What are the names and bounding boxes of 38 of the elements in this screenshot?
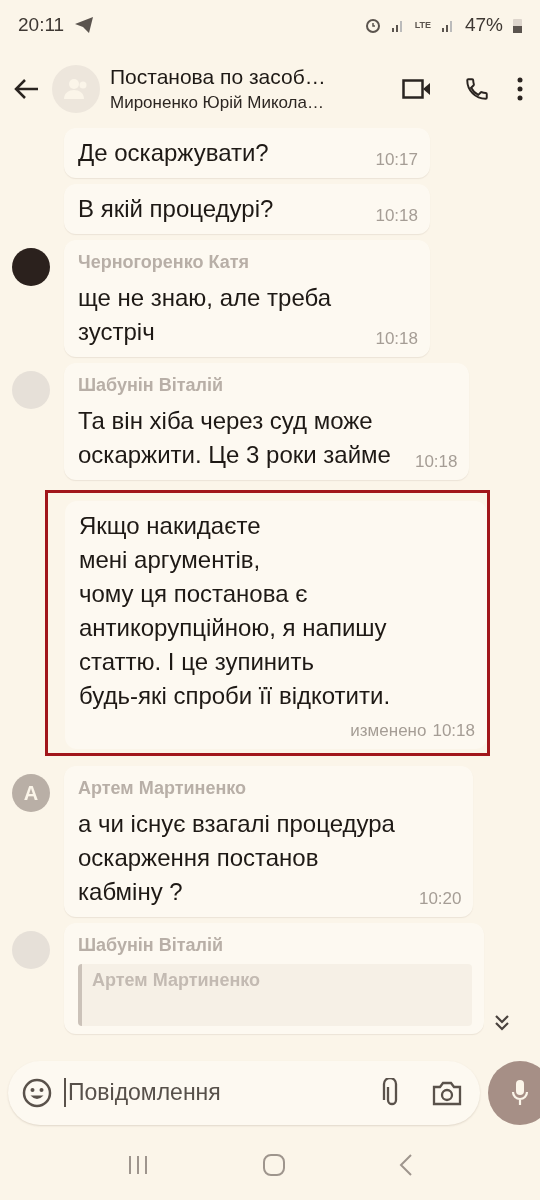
clock: 20:11	[18, 14, 65, 36]
message-text: Де оскаржувати?	[78, 138, 269, 168]
chat-title[interactable]: Постанова по засоб…	[110, 65, 390, 89]
message-field[interactable]: Повідомлення	[8, 1060, 480, 1125]
emoji-icon[interactable]	[22, 1077, 52, 1108]
signal-icon	[440, 18, 455, 32]
message-time: 10:18	[414, 452, 458, 472]
message-time: 10:18	[375, 329, 418, 349]
battery-percent: 47%	[464, 14, 503, 36]
microphone-icon[interactable]	[511, 1077, 529, 1108]
sender-name: Шабунін Віталій	[78, 935, 225, 956]
message-time: 10:17	[375, 150, 418, 170]
message-text: Та він хіба через суд може оскаржити. Це 3 роки займе	[78, 406, 391, 470]
signal-icon	[390, 18, 405, 32]
network-type: LTE	[414, 20, 431, 30]
edited-label: изменено	[350, 721, 427, 741]
letter-avatar: A	[12, 774, 50, 812]
message-text: Якщо накидаєте мені аргументів, чому ця постанова є антикорупційною, я напишу статтю. І це зупинить будь-які спроби її відкотити.	[79, 511, 391, 711]
alarm-icon	[364, 17, 381, 33]
double-chevron-down-icon[interactable]	[494, 1014, 510, 1032]
message-time: 10:20	[418, 889, 462, 909]
message-input[interactable]: Повідомлення	[64, 1078, 366, 1107]
avatar-photo-placeholder	[12, 248, 50, 286]
back-arrow-icon[interactable]	[14, 78, 40, 100]
more-options-icon[interactable]	[516, 76, 524, 102]
microphone-button[interactable]	[488, 1060, 540, 1125]
message-text: В якій процедурі?	[78, 194, 274, 224]
message-text: ще не знаю, але треба зустріч	[78, 283, 332, 347]
message-text: а чи існує взагалі процедура оскарження постанов кабміну ?	[78, 809, 395, 907]
battery-icon	[513, 17, 522, 33]
message-time: 10:18	[432, 721, 475, 741]
phone-icon[interactable]	[464, 76, 490, 102]
message-time: 10:18	[375, 206, 418, 226]
chat-members: Мироненко Юрій Микола…	[110, 93, 325, 113]
sender-name: Черногоренко Катя	[78, 252, 250, 273]
sender-name: Шабунін Віталій	[78, 375, 225, 396]
paper-plane-icon	[74, 16, 95, 34]
sender-name: Артем Мартиненко	[78, 778, 248, 799]
